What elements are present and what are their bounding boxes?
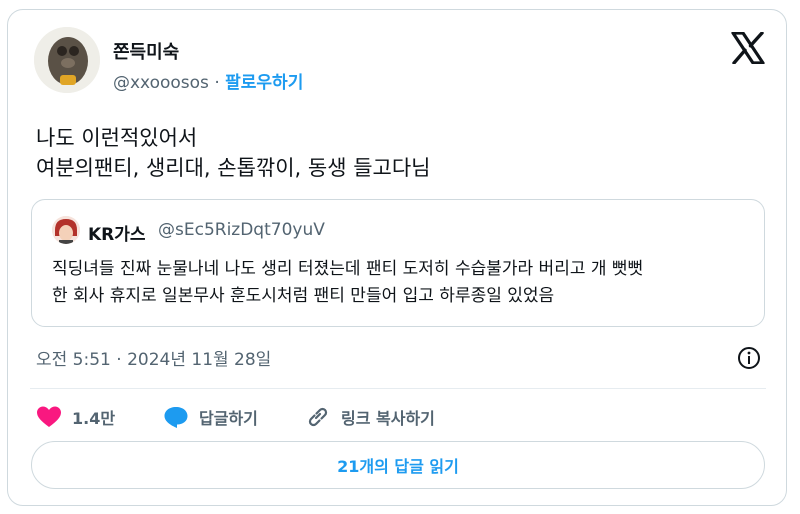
tweet-text-line: 나도 이런적있어서 [36,126,198,150]
tweet-text-line: 여분의팬티, 생리대, 손톱깎이, 동생 들고다님 [36,156,431,180]
quoted-author-name: KR가스 [88,225,146,245]
reply-button[interactable]: 답글하기 [163,402,258,432]
separator-dot: · [208,73,226,93]
copy-link-button[interactable]: 링크 복사하기 [305,402,435,432]
quoted-text-line: 한 회사 휴지로 일본무사 훈도시처럼 팬티 만들어 입고 하루종일 있었음 [52,286,555,306]
tweet-text: 나도 이런적있어서 여분의팬티, 생리대, 손톱깎이, 동생 들고다님 [36,123,431,183]
heart-icon [36,405,62,429]
like-count: 1.4만 [72,409,116,428]
quoted-tweet[interactable]: KR가스 @sEc5RizDqt70yuV 직딩녀들 진짜 눈물나네 나도 생리… [31,199,765,327]
read-replies-button[interactable]: 21개의 답글 읽기 [31,441,765,489]
author-handle-row: @xxooosos · 팔로우하기 [113,68,303,93]
info-icon[interactable] [737,346,761,370]
author-handle[interactable]: @xxooosos [113,73,209,93]
divider [30,388,766,389]
author-name[interactable]: 쫀득미숙 [113,38,179,64]
quoted-author-handle: @sEc5RizDqt70yuV [158,220,325,240]
speech-bubble-icon [163,405,189,429]
reply-label: 답글하기 [199,409,258,428]
author-avatar[interactable] [34,27,100,93]
copy-link-label: 링크 복사하기 [341,409,435,428]
quoted-author-avatar [52,216,80,244]
tweet-timestamp[interactable]: 오전 5:51 · 2024년 11월 28일 [36,345,271,370]
tweet-card: 쫀득미숙 @xxooosos · 팔로우하기 나도 이런적있어서 여분의팬티, … [7,9,787,506]
link-icon [305,405,331,429]
quoted-text-line: 직딩녀들 진짜 눈물나네 나도 생리 터졌는데 팬티 도저히 수습불가라 버리고… [52,259,644,279]
x-logo-icon[interactable] [731,31,765,65]
follow-button[interactable]: 팔로우하기 [225,73,303,93]
like-button[interactable]: 1.4만 [36,402,115,432]
quoted-tweet-text: 직딩녀들 진짜 눈물나네 나도 생리 터졌는데 팬티 도저히 수습불가라 버리고… [52,256,752,310]
